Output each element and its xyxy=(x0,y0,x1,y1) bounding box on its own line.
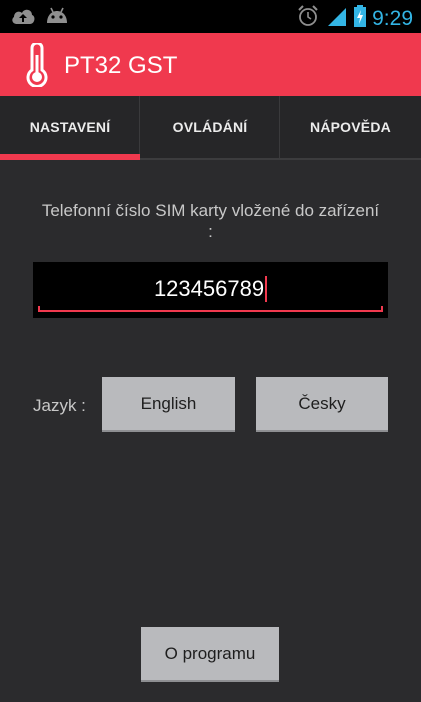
phone-number-field[interactable]: 123456789 xyxy=(33,262,388,318)
status-bar: 9:29 xyxy=(0,0,421,33)
about-button[interactable]: O programu xyxy=(141,627,279,682)
input-underline xyxy=(38,306,383,312)
tab-label: NÁPOVĚDA xyxy=(310,119,391,135)
cloud-upload-icon xyxy=(10,6,36,31)
alarm-icon xyxy=(296,4,320,33)
battery-charging-icon xyxy=(354,5,367,32)
thermometer-icon[interactable] xyxy=(24,41,50,92)
tab-napoveda[interactable]: NÁPOVĚDA xyxy=(280,96,421,158)
phone-number-input-value[interactable]: 123456789 xyxy=(33,276,388,302)
phone-number-prompt: Telefonní číslo SIM karty vložené do zař… xyxy=(41,201,380,241)
english-button[interactable]: English xyxy=(102,377,235,432)
android-icon xyxy=(44,6,70,31)
tab-ovladani[interactable]: OVLÁDÁNÍ xyxy=(140,96,280,158)
czech-button[interactable]: Česky xyxy=(256,377,388,432)
action-bar: PT32 GST xyxy=(0,33,421,96)
status-bar-notifications xyxy=(10,6,70,31)
status-bar-system: 9:29 xyxy=(296,4,413,33)
tab-nastaveni[interactable]: NASTAVENÍ xyxy=(0,96,140,160)
tab-label: OVLÁDÁNÍ xyxy=(172,119,248,135)
app-title: PT32 GST xyxy=(64,52,178,79)
status-time: 9:29 xyxy=(372,6,413,30)
language-label: Jazyk : xyxy=(33,396,86,415)
text-cursor xyxy=(265,276,268,302)
tab-bar: NASTAVENÍ OVLÁDÁNÍ NÁPOVĚDA xyxy=(0,96,421,160)
signal-icon xyxy=(326,5,348,32)
phone-number-text: 123456789 xyxy=(153,276,265,301)
tab-label: NASTAVENÍ xyxy=(29,119,111,135)
